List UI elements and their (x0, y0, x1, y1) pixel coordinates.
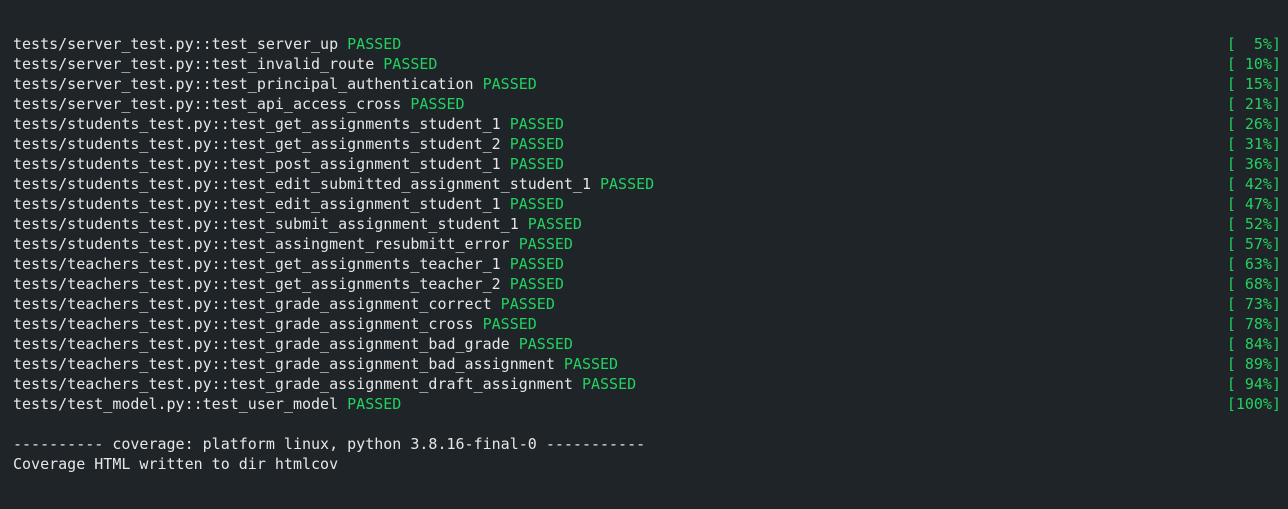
test-progress: [ 94%] (1226, 375, 1281, 393)
test-status: PASSED (581, 375, 637, 393)
test-result-line: tests/test_model.py::test_user_model PAS… (13, 394, 1281, 414)
test-result-line: tests/students_test.py::test_edit_submit… (13, 174, 1281, 194)
test-status: PASSED (509, 195, 564, 213)
test-result-line: tests/students_test.py::test_assingment_… (13, 234, 1281, 254)
test-progress: [ 78%] (1226, 315, 1281, 333)
test-name: tests/teachers_test.py::test_grade_assig… (13, 295, 492, 313)
test-result-line: tests/teachers_test.py::test_grade_assig… (13, 294, 1281, 314)
test-status: PASSED (509, 275, 564, 293)
test-result-line: tests/students_test.py::test_get_assignm… (13, 114, 1281, 134)
test-result-line: tests/teachers_test.py::test_grade_assig… (13, 354, 1281, 374)
test-progress: [ 26%] (1226, 115, 1281, 133)
test-result-line: tests/server_test.py::test_principal_aut… (13, 74, 1281, 94)
test-name: tests/students_test.py::test_assingment_… (13, 235, 510, 253)
test-results-list: tests/server_test.py::test_server_up PAS… (13, 34, 1281, 414)
test-name: tests/teachers_test.py::test_grade_assig… (13, 355, 555, 373)
test-progress: [ 31%] (1226, 135, 1281, 153)
test-progress: [ 73%] (1226, 295, 1281, 313)
test-progress: [ 84%] (1226, 335, 1281, 353)
test-status: PASSED (482, 315, 537, 333)
test-status: PASSED (500, 295, 555, 313)
test-progress: [100%] (1226, 395, 1281, 413)
test-progress: [ 5%] (1226, 35, 1281, 53)
test-result-line: tests/teachers_test.py::test_grade_assig… (13, 314, 1281, 334)
test-status: PASSED (518, 335, 573, 353)
test-name: tests/students_test.py::test_post_assign… (13, 155, 501, 173)
test-status: PASSED (383, 55, 438, 73)
test-status: PASSED (600, 175, 655, 193)
test-progress: [ 68%] (1226, 275, 1281, 293)
coverage-message: Coverage HTML written to dir htmlcov (13, 455, 339, 473)
test-progress: [ 42%] (1226, 175, 1281, 193)
test-progress: [ 63%] (1226, 255, 1281, 273)
test-result-line: tests/teachers_test.py::test_get_assignm… (13, 274, 1281, 294)
test-progress: [ 52%] (1226, 215, 1281, 233)
test-result-line: tests/server_test.py::test_api_access_cr… (13, 94, 1281, 114)
test-result-line: tests/teachers_test.py::test_grade_assig… (13, 374, 1281, 394)
test-status: PASSED (509, 255, 564, 273)
test-name: tests/students_test.py::test_edit_assign… (13, 195, 501, 213)
test-name: tests/test_model.py::test_user_model (13, 395, 339, 413)
test-name: tests/teachers_test.py::test_get_assignm… (13, 255, 501, 273)
test-progress: [ 57%] (1226, 235, 1281, 253)
test-status: PASSED (527, 215, 582, 233)
test-progress: [ 21%] (1226, 95, 1281, 113)
terminal-output: tests/server_test.py::test_server_up PAS… (0, 0, 1288, 509)
test-status: PASSED (410, 95, 465, 113)
test-name: tests/students_test.py::test_submit_assi… (13, 215, 519, 233)
test-name: tests/server_test.py::test_invalid_route (13, 55, 375, 73)
test-result-line: tests/students_test.py::test_get_assignm… (13, 134, 1281, 154)
test-name: tests/teachers_test.py::test_get_assignm… (13, 275, 501, 293)
test-name: tests/students_test.py::test_get_assignm… (13, 135, 501, 153)
test-name: tests/server_test.py::test_principal_aut… (13, 75, 474, 93)
test-name: tests/students_test.py::test_edit_submit… (13, 175, 591, 193)
test-result-line: tests/server_test.py::test_server_up PAS… (13, 34, 1281, 54)
test-progress: [ 15%] (1226, 75, 1281, 93)
test-progress: [ 36%] (1226, 155, 1281, 173)
test-status: PASSED (509, 115, 564, 133)
test-name: tests/teachers_test.py::test_grade_assig… (13, 375, 573, 393)
test-result-line: tests/server_test.py::test_invalid_route… (13, 54, 1281, 74)
test-progress: [ 10%] (1226, 55, 1281, 73)
test-status: PASSED (563, 355, 619, 373)
test-status: PASSED (347, 395, 402, 413)
test-result-line: tests/teachers_test.py::test_grade_assig… (13, 334, 1281, 354)
test-result-line: tests/teachers_test.py::test_get_assignm… (13, 254, 1281, 274)
test-status: PASSED (518, 235, 573, 253)
test-name: tests/students_test.py::test_get_assignm… (13, 115, 501, 133)
test-status: PASSED (347, 35, 402, 53)
test-status: PASSED (482, 75, 537, 93)
test-name: tests/server_test.py::test_api_access_cr… (13, 95, 402, 113)
test-name: tests/teachers_test.py::test_grade_assig… (13, 315, 474, 333)
test-result-line: tests/students_test.py::test_edit_assign… (13, 194, 1281, 214)
test-status: PASSED (509, 135, 564, 153)
test-status: PASSED (509, 155, 564, 173)
test-result-line: tests/students_test.py::test_post_assign… (13, 154, 1281, 174)
test-progress: [ 89%] (1226, 355, 1281, 373)
test-result-line: tests/students_test.py::test_submit_assi… (13, 214, 1281, 234)
test-name: tests/server_test.py::test_server_up (13, 35, 339, 53)
test-name: tests/teachers_test.py::test_grade_assig… (13, 335, 510, 353)
coverage-header: ---------- coverage: platform linux, pyt… (13, 435, 646, 453)
test-progress: [ 47%] (1226, 195, 1281, 213)
